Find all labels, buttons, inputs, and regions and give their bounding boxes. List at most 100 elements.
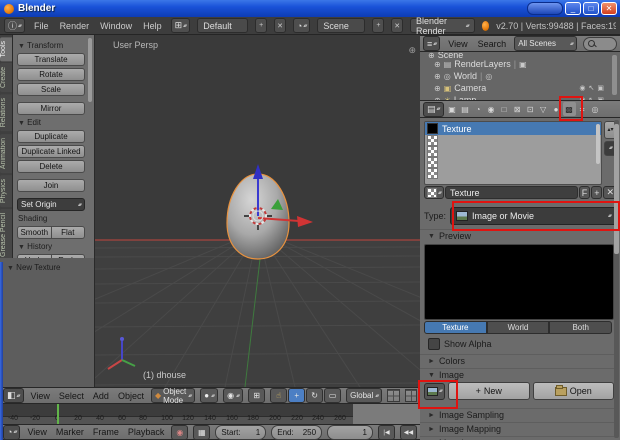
preview-world-tab[interactable]: World xyxy=(486,321,550,334)
menu-tl-view[interactable]: View xyxy=(25,427,48,437)
scene-add-button[interactable]: + xyxy=(372,18,385,33)
editor-type-button-3dview[interactable]: ◧ ▴▾ xyxy=(3,388,24,403)
manipulator-rotate-button[interactable]: ↻ xyxy=(306,388,324,403)
open-region-plus-icon[interactable]: ⊕ xyxy=(408,45,416,56)
transform-section-header[interactable]: ▼ Transform xyxy=(18,41,90,50)
slot-list-scrollbar[interactable] xyxy=(596,124,600,164)
expand-icon[interactable]: ⊕ xyxy=(428,52,435,58)
outliner-item-camera[interactable]: ⊕ ▣ Camera ◉ ↖ ▣ xyxy=(420,82,620,94)
texture-slot-empty[interactable] xyxy=(425,146,601,157)
manipulator-toggle-button[interactable]: ☝ xyxy=(270,388,288,403)
outliner-scrollbar[interactable] xyxy=(612,55,617,95)
layout-name-field[interactable]: Default xyxy=(197,18,249,33)
tab-modifiers-icon[interactable]: ⊡ xyxy=(524,102,537,116)
tab-world-icon[interactable]: ◉ xyxy=(485,102,498,116)
delete-button[interactable]: Delete xyxy=(17,160,85,173)
menu-object[interactable]: Object xyxy=(116,391,146,401)
layout-add-button[interactable]: + xyxy=(255,18,268,33)
texture-slot-empty[interactable] xyxy=(425,135,601,146)
set-origin-dropdown[interactable]: Set Origin ▴▾ xyxy=(17,198,85,211)
hide-eye-icon[interactable]: ◉ xyxy=(579,84,585,92)
rewind-button[interactable]: ◀◀ xyxy=(399,424,417,440)
menu-help[interactable]: Help xyxy=(141,21,164,31)
viewport-3d[interactable]: User Persp (1) dhouse ⊕ xyxy=(95,35,420,387)
toolshelf-tab-grease-pencil[interactable]: Grease Pencil xyxy=(0,208,12,261)
selectability-icon[interactable]: ↖ xyxy=(589,84,595,92)
render-restrict-icon[interactable]: ▣ xyxy=(597,84,604,92)
render-engine-select[interactable]: Blender Render ▴▾ xyxy=(410,16,475,36)
tab-constraints-icon[interactable]: ⊠ xyxy=(511,102,524,116)
menu-playback[interactable]: Playback xyxy=(126,427,167,437)
scale-button[interactable]: Scale xyxy=(17,83,85,96)
outliner-search-field[interactable] xyxy=(583,36,617,51)
menu-select[interactable]: Select xyxy=(57,391,86,401)
expand-icon[interactable]: ⊕ xyxy=(434,84,441,93)
edit-section-header[interactable]: ▼ Edit xyxy=(18,118,90,127)
texture-name-field[interactable]: Texture xyxy=(445,186,578,199)
translate-button[interactable]: Translate xyxy=(17,53,85,66)
outliner-item-world[interactable]: ⊕ ◎ World | ◎ xyxy=(420,70,620,82)
duplicate-button[interactable]: Duplicate xyxy=(17,130,85,143)
menu-marker[interactable]: Marker xyxy=(54,427,86,437)
image-open-button[interactable]: Open xyxy=(532,382,614,400)
shade-smooth-button[interactable]: Smooth xyxy=(17,226,52,239)
expand-icon[interactable]: ⊕ xyxy=(434,72,441,81)
toolshelf-tab-relations[interactable]: Relations xyxy=(0,94,12,132)
frame-start-field[interactable]: Start: 1 xyxy=(215,424,267,440)
operator-panel-header[interactable]: ▼ New Texture xyxy=(7,263,94,272)
texture-slot-empty[interactable] xyxy=(425,157,601,168)
toolshelf-tab-physics[interactable]: Physics xyxy=(0,174,12,207)
properties-scrollbar[interactable] xyxy=(614,120,619,438)
editor-type-button-properties[interactable]: ▤ ▴▾ xyxy=(423,101,444,117)
show-alpha-checkbox[interactable] xyxy=(428,338,440,350)
toolshelf-tab-animation[interactable]: Animation xyxy=(0,133,12,173)
image-new-button[interactable]: + New xyxy=(448,382,530,400)
colors-panel-header[interactable]: ► Colors xyxy=(420,354,617,367)
shade-flat-button[interactable]: Flat xyxy=(51,226,85,239)
tab-render-icon[interactable]: ▣ xyxy=(446,102,459,116)
tab-physics-icon[interactable]: ◎ xyxy=(589,102,602,116)
menu-outliner-view[interactable]: View xyxy=(446,39,469,49)
history-section-header[interactable]: ▼ History xyxy=(18,242,90,251)
orientation-dropdown[interactable]: Global ▴▾ xyxy=(346,388,383,403)
mode-dropdown[interactable]: ◆ Object Mode ▴▾ xyxy=(150,387,196,405)
layer-grid-2[interactable] xyxy=(404,389,417,402)
manipulator-scale-button[interactable]: ▭ xyxy=(324,388,342,403)
timeline-playhead[interactable] xyxy=(57,404,59,424)
toolshelf-tab-tools[interactable]: Tools xyxy=(0,37,12,62)
menu-frame[interactable]: Frame xyxy=(91,427,121,437)
outliner-item-renderlayers[interactable]: ⊕ ▤ RenderLayers | ▣ xyxy=(420,58,620,70)
rotate-button[interactable]: Rotate xyxy=(17,68,85,81)
frame-end-field[interactable]: End: 250 xyxy=(271,424,323,440)
editor-type-button-outliner[interactable]: ≡ ▴▾ xyxy=(423,36,441,51)
menu-render[interactable]: Render xyxy=(58,21,92,31)
toolshelf-tab-create[interactable]: Create xyxy=(0,63,12,93)
mapping-panel-header[interactable]: ▼ Mapping xyxy=(420,436,617,440)
menu-outliner-search[interactable]: Search xyxy=(476,39,509,49)
duplicate-linked-button[interactable]: Duplicate Linked xyxy=(17,145,85,158)
snap-button[interactable]: ⊞ xyxy=(248,388,266,403)
editor-type-button-info[interactable]: ⓘ ▴▾ xyxy=(4,18,26,33)
maximize-button[interactable]: □ xyxy=(583,2,599,15)
outliner-filter-dropdown[interactable]: All Scenes ▴▾ xyxy=(514,36,577,51)
layer-grid-1[interactable] xyxy=(387,389,400,402)
image-sampling-panel-header[interactable]: ► Image Sampling xyxy=(420,408,617,421)
pivot-dropdown[interactable]: ◉ ▴▾ xyxy=(223,388,244,403)
preview-both-tab[interactable]: Both xyxy=(549,321,613,334)
fake-user-button[interactable]: F xyxy=(578,186,591,199)
layout-delete-button[interactable]: ✕ xyxy=(274,18,286,33)
texture-browse-button[interactable]: ▴▾ xyxy=(424,186,445,199)
jump-to-start-button[interactable]: |◀ xyxy=(377,424,395,440)
record-button[interactable]: ◉ xyxy=(171,424,189,440)
close-button[interactable]: ✕ xyxy=(601,2,617,15)
image-mapping-panel-header[interactable]: ► Image Mapping xyxy=(420,422,617,435)
menu-view[interactable]: View xyxy=(29,391,52,401)
expand-icon[interactable]: ⊕ xyxy=(434,60,441,69)
join-button[interactable]: Join xyxy=(17,179,85,192)
tab-object-icon[interactable]: □ xyxy=(498,102,511,116)
shading-dropdown[interactable]: ● ▴▾ xyxy=(200,388,219,403)
current-frame-field[interactable]: 1 xyxy=(327,424,373,440)
tab-render-layers-icon[interactable]: ▤ xyxy=(459,102,472,116)
mirror-button[interactable]: Mirror xyxy=(17,102,85,115)
texture-slot-selected[interactable]: Texture xyxy=(425,122,601,135)
